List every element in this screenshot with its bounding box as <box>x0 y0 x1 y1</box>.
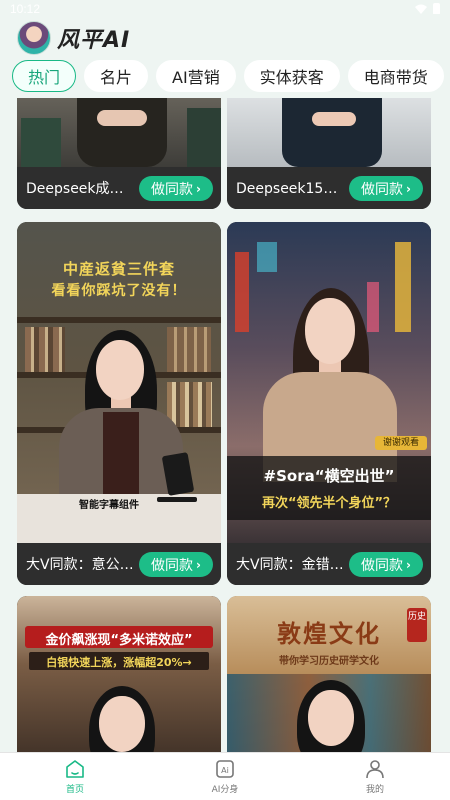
card-overlay-subtitle: 再次“领先半个身位”？ <box>261 496 397 511</box>
template-card[interactable]: 敦煌文化 历史 带你学习历史研学文化 <box>227 596 431 752</box>
nav-profile-label: 我的 <box>365 785 384 795</box>
app-logo-avatar[interactable] <box>17 21 51 55</box>
card-overlay-subtitle: 白银快速上涨，涨幅超20%→ <box>46 656 192 669</box>
app-title: 风平AI <box>57 28 131 53</box>
chevron-right-icon: › <box>196 181 201 196</box>
nav-ai-avatar[interactable]: Ai AI分身 <box>150 753 300 800</box>
make-same-button[interactable]: 做同款 › <box>349 176 423 201</box>
chevron-right-icon: › <box>406 181 411 196</box>
make-same-button[interactable]: 做同款 › <box>349 552 423 577</box>
chevron-right-icon: › <box>196 557 201 572</box>
template-card[interactable]: 谢谢观看 #Sora“横空出世” 再次“领先半个身位”？ 大V同款：金错… 做同… <box>227 222 431 585</box>
make-same-label: 做同款 <box>361 181 404 198</box>
card-overlay-title: #Sora“横空出世” <box>263 467 395 485</box>
card-overlay-subtitle: 带你学习历史研学文化 <box>279 656 379 667</box>
nav-home[interactable]: 首页 <box>0 753 150 800</box>
template-card[interactable]: 金价飙涨现“多米诺效应” 白银快速上涨，涨幅超20%→ <box>17 596 221 752</box>
tab-ai-marketing[interactable]: AI营销 <box>156 60 236 92</box>
card-thumbnail <box>17 98 221 167</box>
card-thumbnail: 中産返貧三件套 看看你踩坑了没有！ 智能字幕组件 <box>17 222 221 543</box>
card-caption: 大V同款：意公… <box>26 557 134 573</box>
card-overlay-title: 金价飙涨现“多米诺效应” <box>45 633 193 648</box>
card-footer: 大V同款：意公… 做同款 › <box>17 543 221 585</box>
card-caption: 大V同款：金错… <box>236 557 344 573</box>
make-same-label: 做同款 <box>361 557 404 574</box>
chevron-right-icon: › <box>406 557 411 572</box>
template-feed[interactable]: Deepseek成了… 做同款 › Deepseek15天… 做同款 › 中産返… <box>0 98 450 752</box>
card-thumbnail: 敦煌文化 历史 带你学习历史研学文化 <box>227 596 431 752</box>
make-same-label: 做同款 <box>151 557 194 574</box>
nav-profile[interactable]: 我的 <box>300 753 450 800</box>
card-overlay-subtitle: 看看你踩坑了没有！ <box>51 283 187 299</box>
svg-text:Ai: Ai <box>221 766 229 775</box>
card-overlay-title: 敦煌文化 <box>277 620 381 648</box>
bottom-nav: 首页 Ai AI分身 我的 <box>0 752 450 800</box>
tab-business-card[interactable]: 名片 <box>84 60 149 92</box>
make-same-button[interactable]: 做同款 › <box>139 552 213 577</box>
category-tabs: 热门 名片 AI营销 实体获客 电商带货 知 <box>0 60 450 96</box>
card-caption: Deepseek15天… <box>236 181 344 197</box>
make-same-button[interactable]: 做同款 › <box>139 176 213 201</box>
card-footer: Deepseek15天… 做同款 › <box>227 167 431 209</box>
app-header: 风平AI <box>0 14 450 60</box>
card-thumbnail: 谢谢观看 #Sora“横空出世” 再次“领先半个身位”？ <box>227 222 431 543</box>
wifi-icon <box>415 4 427 14</box>
template-card[interactable]: Deepseek15天… 做同款 › <box>227 98 431 209</box>
tab-hot[interactable]: 热门 <box>12 60 77 92</box>
make-same-label: 做同款 <box>151 181 194 198</box>
card-badge: 谢谢观看 <box>375 436 427 450</box>
card-seal: 历史 <box>407 608 427 642</box>
home-icon <box>66 760 84 778</box>
card-footer: Deepseek成了… 做同款 › <box>17 167 221 209</box>
card-thumbnail <box>227 98 431 167</box>
nav-ai-avatar-label: AI分身 <box>211 785 239 795</box>
card-caption: Deepseek成了… <box>26 181 134 197</box>
card-subtitle-tag: 智能字幕组件 <box>79 500 139 511</box>
template-card[interactable]: Deepseek成了… 做同款 › <box>17 98 221 209</box>
ai-avatar-icon: Ai <box>216 760 234 778</box>
template-card[interactable]: 中産返貧三件套 看看你踩坑了没有！ 智能字幕组件 大V同款：意公… 做同款 › <box>17 222 221 585</box>
card-thumbnail: 金价飙涨现“多米诺效应” 白银快速上涨，涨幅超20%→ <box>17 596 221 752</box>
profile-icon <box>366 760 384 779</box>
card-footer: 大V同款：金错… 做同款 › <box>227 543 431 585</box>
tab-store-customers[interactable]: 实体获客 <box>243 60 340 92</box>
tab-ecommerce[interactable]: 电商带货 <box>347 60 444 92</box>
card-overlay-title: 中産返貧三件套 <box>62 260 175 278</box>
nav-home-label: 首页 <box>65 785 84 795</box>
